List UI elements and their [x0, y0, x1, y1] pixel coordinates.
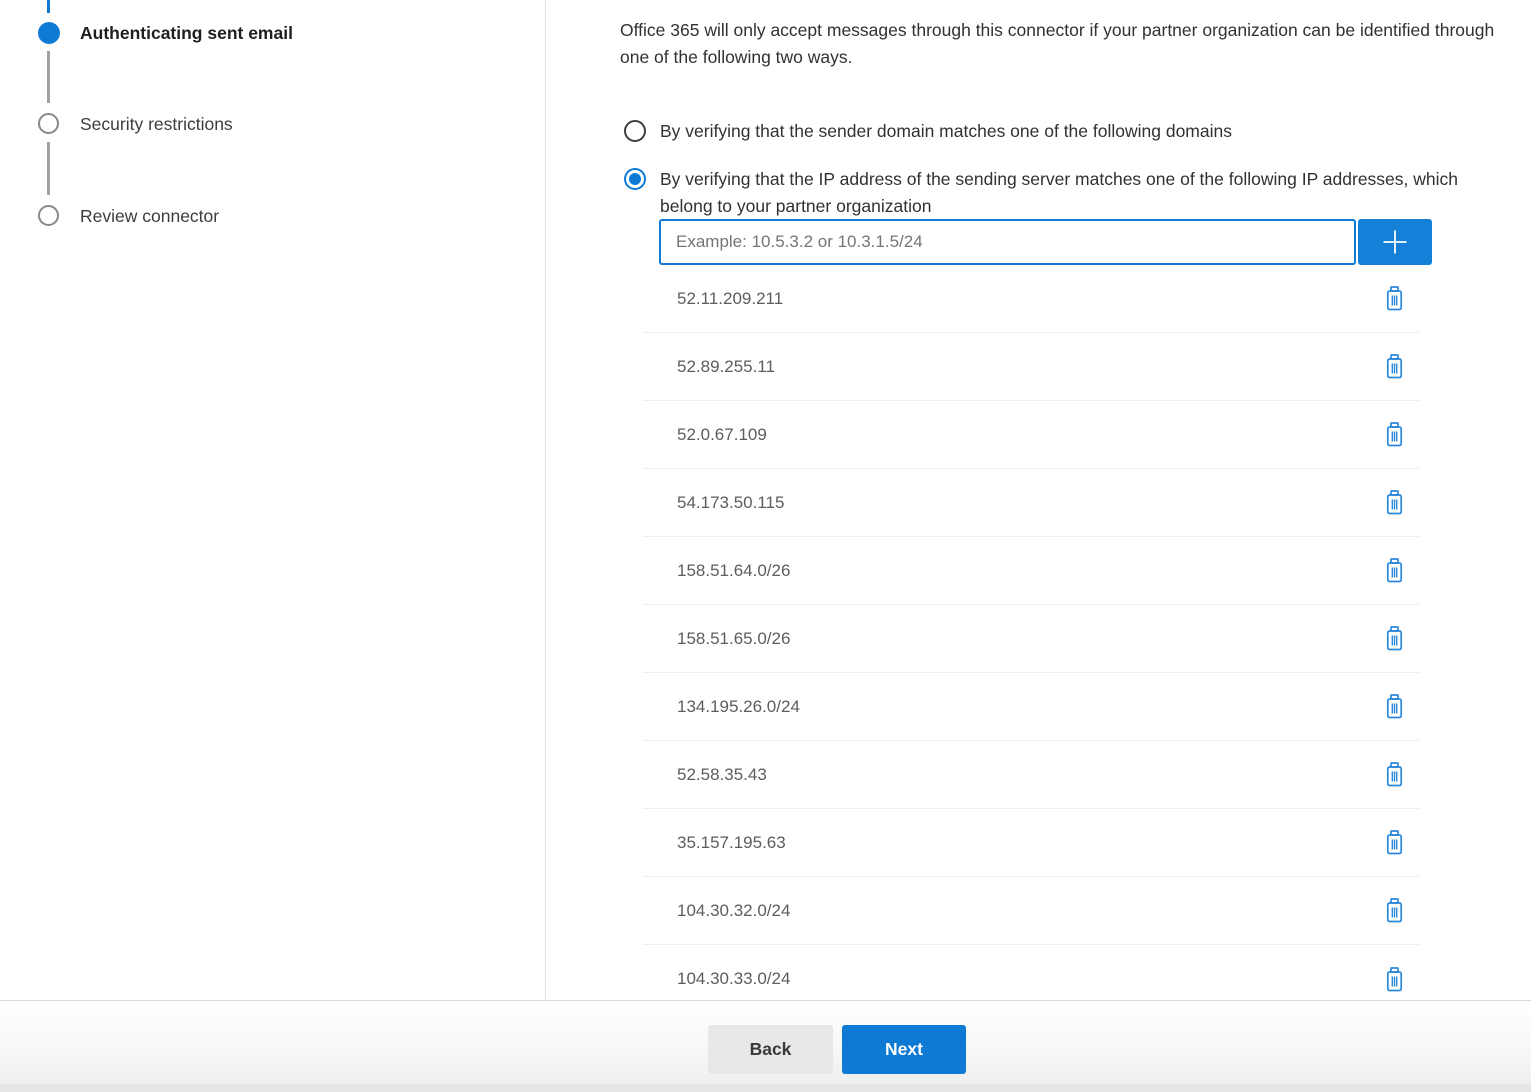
- trash-icon: [1383, 693, 1406, 720]
- trash-icon: [1383, 761, 1406, 788]
- delete-ip-button[interactable]: [1381, 827, 1408, 858]
- plus-icon: [1380, 227, 1410, 257]
- step-indicator-authenticating-current: [38, 22, 60, 44]
- ip-address-list: 52.11.209.211 52.89.255.11 52.0.67.109 5…: [643, 265, 1420, 1013]
- trash-icon: [1383, 489, 1406, 516]
- ip-address-value: 52.89.255.11: [677, 357, 775, 377]
- ip-address-value: 158.51.65.0/26: [677, 629, 790, 649]
- list-item: 104.30.32.0/24: [643, 877, 1420, 945]
- delete-ip-button[interactable]: [1381, 623, 1408, 654]
- radio-option-label[interactable]: By verifying that the sender domain matc…: [660, 120, 1232, 142]
- stepper-connector-previous: [47, 0, 50, 13]
- ip-address-value: 158.51.64.0/26: [677, 561, 790, 581]
- add-ip-button[interactable]: [1358, 219, 1432, 265]
- panel-divider: [545, 0, 546, 1000]
- delete-ip-button[interactable]: [1381, 691, 1408, 722]
- list-item: 52.11.209.211: [643, 265, 1420, 333]
- stepper-connector-line: [47, 142, 50, 195]
- intro-text: Office 365 will only accept messages thr…: [620, 17, 1500, 71]
- ip-address-value: 134.195.26.0/24: [677, 697, 800, 717]
- delete-ip-button[interactable]: [1381, 351, 1408, 382]
- ip-address-value: 52.11.209.211: [677, 289, 783, 309]
- list-item: 52.58.35.43: [643, 741, 1420, 809]
- ip-address-value: 52.58.35.43: [677, 765, 767, 785]
- stepper-connector-line: [47, 51, 50, 103]
- ip-address-value: 52.0.67.109: [677, 425, 767, 445]
- trash-icon: [1383, 897, 1406, 924]
- delete-ip-button[interactable]: [1381, 964, 1408, 995]
- list-item: 158.51.64.0/26: [643, 537, 1420, 605]
- list-item: 54.173.50.115: [643, 469, 1420, 537]
- list-item: 35.157.195.63: [643, 809, 1420, 877]
- radio-selected-icon[interactable]: [624, 168, 646, 190]
- trash-icon: [1383, 557, 1406, 584]
- trash-icon: [1383, 829, 1406, 856]
- ip-address-value: 104.30.33.0/24: [677, 969, 790, 989]
- list-item: 158.51.65.0/26: [643, 605, 1420, 673]
- step-indicator-review-connector: [38, 205, 59, 226]
- delete-ip-button[interactable]: [1381, 487, 1408, 518]
- trash-icon: [1383, 625, 1406, 652]
- stepper-item-authenticating-sent-email[interactable]: Authenticating sent email: [80, 22, 293, 44]
- trash-icon: [1383, 353, 1406, 380]
- radio-option-sender-domain[interactable]: By verifying that the sender domain matc…: [624, 120, 1232, 142]
- ip-address-value: 54.173.50.115: [677, 493, 784, 513]
- ip-address-value: 104.30.32.0/24: [677, 901, 790, 921]
- list-item: 52.0.67.109: [643, 401, 1420, 469]
- radio-option-ip-address[interactable]: By verifying that the IP address of the …: [624, 168, 1460, 219]
- wizard-footer: Back Next: [0, 1000, 1531, 1091]
- delete-ip-button[interactable]: [1381, 283, 1408, 314]
- radio-option-label[interactable]: By verifying that the IP address of the …: [660, 166, 1460, 219]
- trash-icon: [1383, 421, 1406, 448]
- delete-ip-button[interactable]: [1381, 895, 1408, 926]
- ip-address-input[interactable]: [659, 219, 1356, 265]
- list-item: 134.195.26.0/24: [643, 673, 1420, 741]
- step-indicator-security-restrictions: [38, 113, 59, 134]
- delete-ip-button[interactable]: [1381, 419, 1408, 450]
- trash-icon: [1383, 285, 1406, 312]
- connector-wizard-page: Authenticating sent email Security restr…: [0, 0, 1531, 1091]
- stepper-item-security-restrictions[interactable]: Security restrictions: [80, 113, 233, 135]
- radio-unselected-icon[interactable]: [624, 120, 646, 142]
- stepper-item-review-connector[interactable]: Review connector: [80, 205, 219, 227]
- trash-icon: [1383, 966, 1406, 993]
- delete-ip-button[interactable]: [1381, 759, 1408, 790]
- list-item: 52.89.255.11: [643, 333, 1420, 401]
- ip-address-value: 35.157.195.63: [677, 833, 786, 853]
- delete-ip-button[interactable]: [1381, 555, 1408, 586]
- back-button[interactable]: Back: [708, 1025, 833, 1074]
- next-button[interactable]: Next: [842, 1025, 966, 1074]
